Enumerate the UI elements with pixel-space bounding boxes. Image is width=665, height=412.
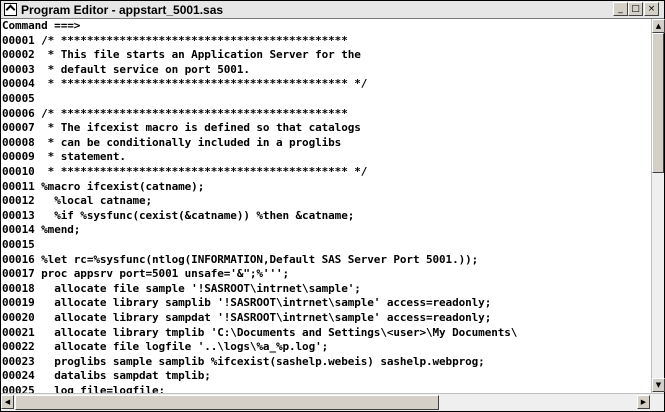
scroll-down-icon[interactable]: ▼ [652, 378, 665, 392]
line-number: 00015 [2, 238, 35, 251]
code-text[interactable]: * **************************************… [41, 165, 368, 178]
code-line[interactable]: 00012 %local catname; [2, 195, 152, 207]
line-number: 00011 [2, 179, 35, 193]
line-number: 00003 [2, 62, 35, 76]
title-bar[interactable]: Program Editor - appstart_5001.sas _ □ × [1, 1, 664, 19]
code-text[interactable]: allocate library sampdat '!SASROOT\intrn… [41, 311, 491, 324]
code-line[interactable]: 00005 [2, 93, 41, 105]
command-line[interactable]: Command ===> [2, 20, 80, 32]
code-text[interactable]: %if %sysfunc(cexist(&catname)) %then &ca… [41, 209, 354, 222]
line-number: 00018 [2, 281, 35, 295]
code-line[interactable]: 00024 datalibs sampdat tmplib; [2, 370, 211, 382]
code-line[interactable]: 00010 * ********************************… [2, 166, 367, 178]
code-line[interactable]: 00022 allocate file logfile '..\logs\%a_… [2, 341, 328, 353]
window-title: Program Editor - appstart_5001.sas [21, 3, 224, 17]
code-text[interactable]: log file=logfile; [41, 384, 165, 394]
line-number: 00006 [2, 106, 35, 120]
code-line[interactable]: 00016 %let rc=%sysfunc(ntlog(INFORMATION… [2, 252, 478, 266]
code-text[interactable]: * can be conditionally included in a pro… [41, 136, 342, 149]
code-line[interactable]: 00023 proglibs sample samplib %ifcexist(… [2, 354, 485, 368]
line-number: 00001 [2, 33, 35, 47]
code-text[interactable]: * statement. [41, 150, 126, 163]
line-number: 00020 [2, 311, 35, 324]
line-number: 00005 [2, 92, 35, 105]
line-number: 00017 [2, 267, 35, 281]
sas-program-editor-icon[interactable] [4, 3, 17, 16]
code-line[interactable]: 00007 * The ifcexist macro is defined so… [2, 122, 361, 134]
code-text[interactable]: datalibs sampdat tmplib; [41, 369, 211, 382]
code-line[interactable]: 00008 * can be conditionally included in… [2, 135, 342, 149]
maximize-button[interactable]: □ [628, 2, 643, 16]
line-number: 00008 [2, 135, 35, 149]
code-line[interactable]: 00014 %mend; [2, 224, 80, 236]
code-text[interactable]: * The ifcexist macro is defined so that … [41, 121, 361, 134]
scroll-right-icon[interactable]: ▶ [637, 395, 650, 409]
line-number: 00009 [2, 150, 35, 164]
code-line[interactable]: 00020 allocate library sampdat '!SASROOT… [2, 312, 491, 324]
code-text[interactable]: allocate file logfile '..\logs\%a_%p.log… [41, 340, 328, 353]
code-text[interactable]: allocate library tmplib 'C:\Documents an… [41, 326, 517, 339]
line-number: 00002 [2, 48, 35, 62]
program-editor-window: Program Editor - appstart_5001.sas _ □ ×… [0, 0, 665, 412]
line-number: 00023 [2, 354, 35, 368]
code-line[interactable]: 00001 /* *******************************… [2, 33, 348, 47]
code-line[interactable]: 00006 /* *******************************… [2, 106, 348, 120]
code-line[interactable]: 00002 * This file starts an Application … [2, 49, 361, 61]
code-text[interactable]: * default service on port 5001. [41, 63, 250, 76]
horizontal-scroll-thumb[interactable] [15, 395, 439, 410]
code-text[interactable]: allocate file sample '!SASROOT\intrnet\s… [41, 282, 361, 295]
code-line[interactable]: 00017 proc appsrv port=5001 unsafe='&";%… [2, 268, 289, 280]
line-number: 00004 [2, 77, 35, 91]
horizontal-scrollbar[interactable]: ◀ ▶ [1, 393, 664, 411]
code-text[interactable]: /* *************************************… [41, 34, 348, 47]
code-text[interactable]: %let rc=%sysfunc(ntlog(INFORMATION,Defau… [41, 253, 478, 266]
line-number: 00007 [2, 121, 35, 135]
code-text[interactable]: * **************************************… [41, 77, 368, 90]
line-number: 00013 [2, 208, 35, 222]
code-editor[interactable]: Command ===> 00001 /* ******************… [1, 19, 650, 393]
code-line[interactable]: 00009 * statement. [2, 151, 126, 163]
code-text[interactable]: %mend; [41, 223, 80, 236]
code-line[interactable]: 00025 log file=logfile; [2, 384, 165, 394]
scroll-left-icon[interactable]: ◀ [1, 395, 14, 409]
code-line[interactable]: 00015 [2, 239, 41, 251]
code-text[interactable]: %local catname; [41, 194, 152, 207]
line-number: 00025 [2, 384, 35, 394]
line-number: 00016 [2, 252, 35, 266]
code-text[interactable]: proglibs sample samplib %ifcexist(sashel… [41, 355, 485, 368]
line-number: 00014 [2, 223, 35, 237]
line-number: 00022 [2, 340, 35, 354]
code-line[interactable]: 00011 %macro ifcexist(catname); [2, 179, 204, 193]
vertical-scroll-thumb[interactable] [652, 33, 664, 173]
vertical-scrollbar[interactable]: ▲ ▼ [651, 19, 665, 393]
code-text[interactable]: %macro ifcexist(catname); [41, 180, 204, 193]
code-text[interactable]: proc appsrv port=5001 unsafe='&";%'''; [41, 267, 289, 280]
code-line[interactable]: 00021 allocate library tmplib 'C:\Docume… [2, 325, 517, 339]
line-number: 00024 [2, 369, 35, 383]
code-text[interactable]: * This file starts an Application Server… [41, 48, 361, 61]
code-line[interactable]: 00018 allocate file sample '!SASROOT\int… [2, 281, 361, 295]
code-line[interactable]: 00013 %if %sysfunc(cexist(&catname)) %th… [2, 208, 354, 222]
line-number: 00012 [2, 194, 35, 208]
close-button[interactable]: × [644, 2, 659, 16]
code-text[interactable]: allocate library samplib '!SASROOT\intrn… [41, 296, 491, 309]
code-line[interactable]: 00003 * default service on port 5001. [2, 62, 250, 76]
line-number: 00010 [2, 165, 35, 178]
code-text[interactable]: /* *************************************… [41, 107, 348, 120]
minimize-button[interactable]: _ [613, 2, 628, 16]
code-line[interactable]: 00004 * ********************************… [2, 78, 367, 90]
code-line[interactable]: 00019 allocate library samplib '!SASROOT… [2, 297, 491, 309]
scroll-up-icon[interactable]: ▲ [652, 19, 665, 33]
line-number: 00021 [2, 325, 35, 339]
line-number: 00019 [2, 296, 35, 310]
